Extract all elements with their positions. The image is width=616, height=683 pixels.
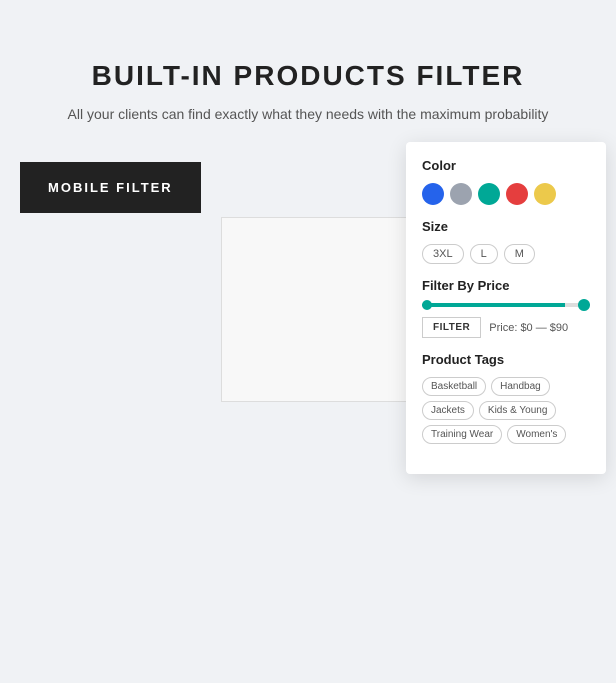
color-section-title: Color	[422, 158, 590, 173]
tag-jackets[interactable]: Jackets	[422, 401, 474, 420]
size-tag-l[interactable]: L	[470, 244, 498, 264]
size-section: Size 3XL L M	[422, 219, 590, 264]
tag-handbag[interactable]: Handbag	[491, 377, 550, 396]
price-slider-thumb-left	[422, 300, 432, 310]
product-tags: Basketball Handbag Jackets Kids & Young …	[422, 377, 590, 444]
size-section-title: Size	[422, 219, 590, 234]
color-swatches	[422, 183, 590, 205]
color-section: Color	[422, 158, 590, 205]
price-slider-track[interactable]	[422, 303, 590, 307]
price-section-title: Filter By Price	[422, 278, 590, 293]
mobile-filter-button[interactable]: MOBILE FILTER	[20, 162, 201, 213]
content-section: MOBILE FILTER Color S	[20, 162, 596, 402]
tag-training-wear[interactable]: Training Wear	[422, 425, 502, 444]
color-swatch-teal[interactable]	[478, 183, 500, 205]
page-container: BUILT-IN PRODUCTS FILTER All your client…	[0, 0, 616, 683]
page-subtitle: All your clients can find exactly what t…	[68, 106, 549, 122]
tags-section: Product Tags Basketball Handbag Jackets …	[422, 352, 590, 444]
price-slider-container	[422, 303, 590, 307]
filter-card: Color Size 3XL L M	[406, 142, 606, 474]
color-swatch-yellow[interactable]	[534, 183, 556, 205]
color-swatch-blue[interactable]	[422, 183, 444, 205]
main-area: Color Size 3XL L M	[221, 162, 596, 402]
tags-section-title: Product Tags	[422, 352, 590, 367]
price-section: Filter By Price FILTER Price: $0 — $90	[422, 278, 590, 338]
size-tag-3xl[interactable]: 3XL	[422, 244, 464, 264]
size-options: 3XL L M	[422, 244, 590, 264]
color-swatch-gray[interactable]	[450, 183, 472, 205]
tag-womens[interactable]: Women's	[507, 425, 566, 444]
size-tag-m[interactable]: M	[504, 244, 535, 264]
tag-basketball[interactable]: Basketball	[422, 377, 486, 396]
page-title: BUILT-IN PRODUCTS FILTER	[92, 60, 525, 92]
price-range-text: Price: $0 — $90	[489, 322, 568, 334]
color-swatch-red[interactable]	[506, 183, 528, 205]
filter-action-row: FILTER Price: $0 — $90	[422, 317, 590, 338]
price-slider-thumb	[578, 299, 590, 311]
tag-kids-young[interactable]: Kids & Young	[479, 401, 557, 420]
filter-price-button[interactable]: FILTER	[422, 317, 481, 338]
mobile-filter-container: MOBILE FILTER	[20, 162, 201, 213]
